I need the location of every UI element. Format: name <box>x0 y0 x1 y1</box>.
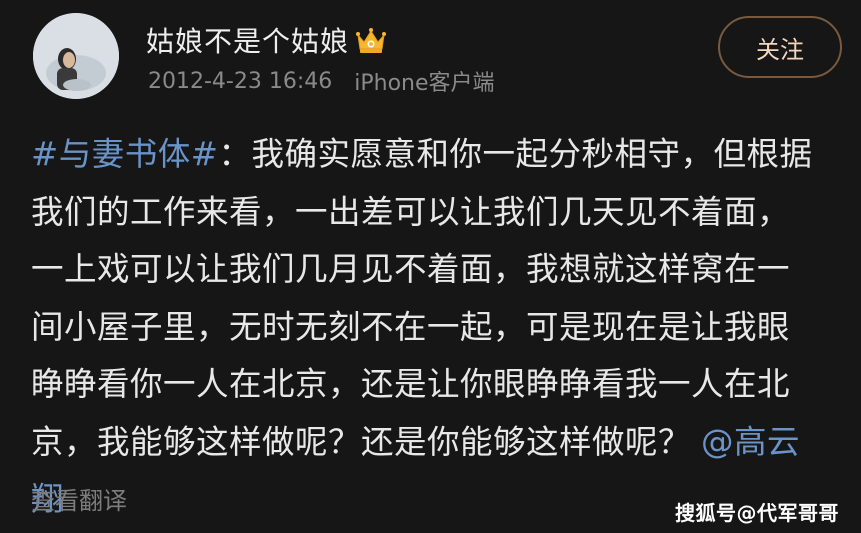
content-text: 京，我能够这样做呢？还是你能够这样做呢？ <box>31 422 692 461</box>
post-content: #与妻书体#：我确实愿意和你一起分秒相守，但根据 我们的工作来看，一出差可以让我… <box>31 126 841 529</box>
content-line: 我们的工作来看，一出差可以让我们几天见不着面， <box>31 184 841 242</box>
content-line: #与妻书体#：我确实愿意和你一起分秒相守，但根据 <box>31 126 841 184</box>
content-text: 睁睁看你一人在北京，还是让你眼睁睁看我一人在北 <box>31 365 791 403</box>
post-source: iPhone客户端 <box>354 71 495 96</box>
mention-link[interactable]: @高云 <box>701 423 800 461</box>
content-text: 间小屋子里，无时无刻不在一起，可是现在是让我眼 <box>31 307 791 346</box>
content-line: 睁睁看你一人在北京，还是让你眼睁睁看我一人在北 <box>31 356 841 414</box>
username[interactable]: 姑娘不是个姑娘 <box>146 20 349 60</box>
follow-button[interactable]: 关注 <box>718 16 842 78</box>
watermark: 搜狐号@代军哥哥 <box>675 501 839 525</box>
content-line: 一上戏可以让我们几月见不着面，我想就这样窝在一 <box>31 241 841 299</box>
weibo-post: 姑娘不是个姑娘 2012-4-23 16:46 iPhone客户端 关注 #与妻… <box>0 0 861 533</box>
avatar[interactable] <box>33 13 119 99</box>
post-date: 2012-4-23 16:46 <box>148 68 333 94</box>
content-text: 我们的工作来看，一出差可以让我们几天见不着面， <box>31 192 791 231</box>
avatar-image <box>33 13 119 99</box>
username-row: 姑娘不是个姑娘 <box>146 20 387 60</box>
crown-icon <box>355 25 387 55</box>
content-line: 京，我能够这样做呢？还是你能够这样做呢？ @高云 <box>31 414 841 472</box>
hashtag-link[interactable]: #与妻书体# <box>31 135 218 173</box>
content-line: 间小屋子里，无时无刻不在一起，可是现在是让我眼 <box>31 299 841 357</box>
content-text: 一上戏可以让我们几月见不着面，我想就这样窝在一 <box>31 250 791 288</box>
content-text: ：我确实愿意和你一起分秒相守，但根据 <box>218 135 813 173</box>
view-translation-link[interactable]: 查看翻译 <box>31 481 127 516</box>
post-meta: 2012-4-23 16:46 iPhone客户端 <box>148 66 495 97</box>
